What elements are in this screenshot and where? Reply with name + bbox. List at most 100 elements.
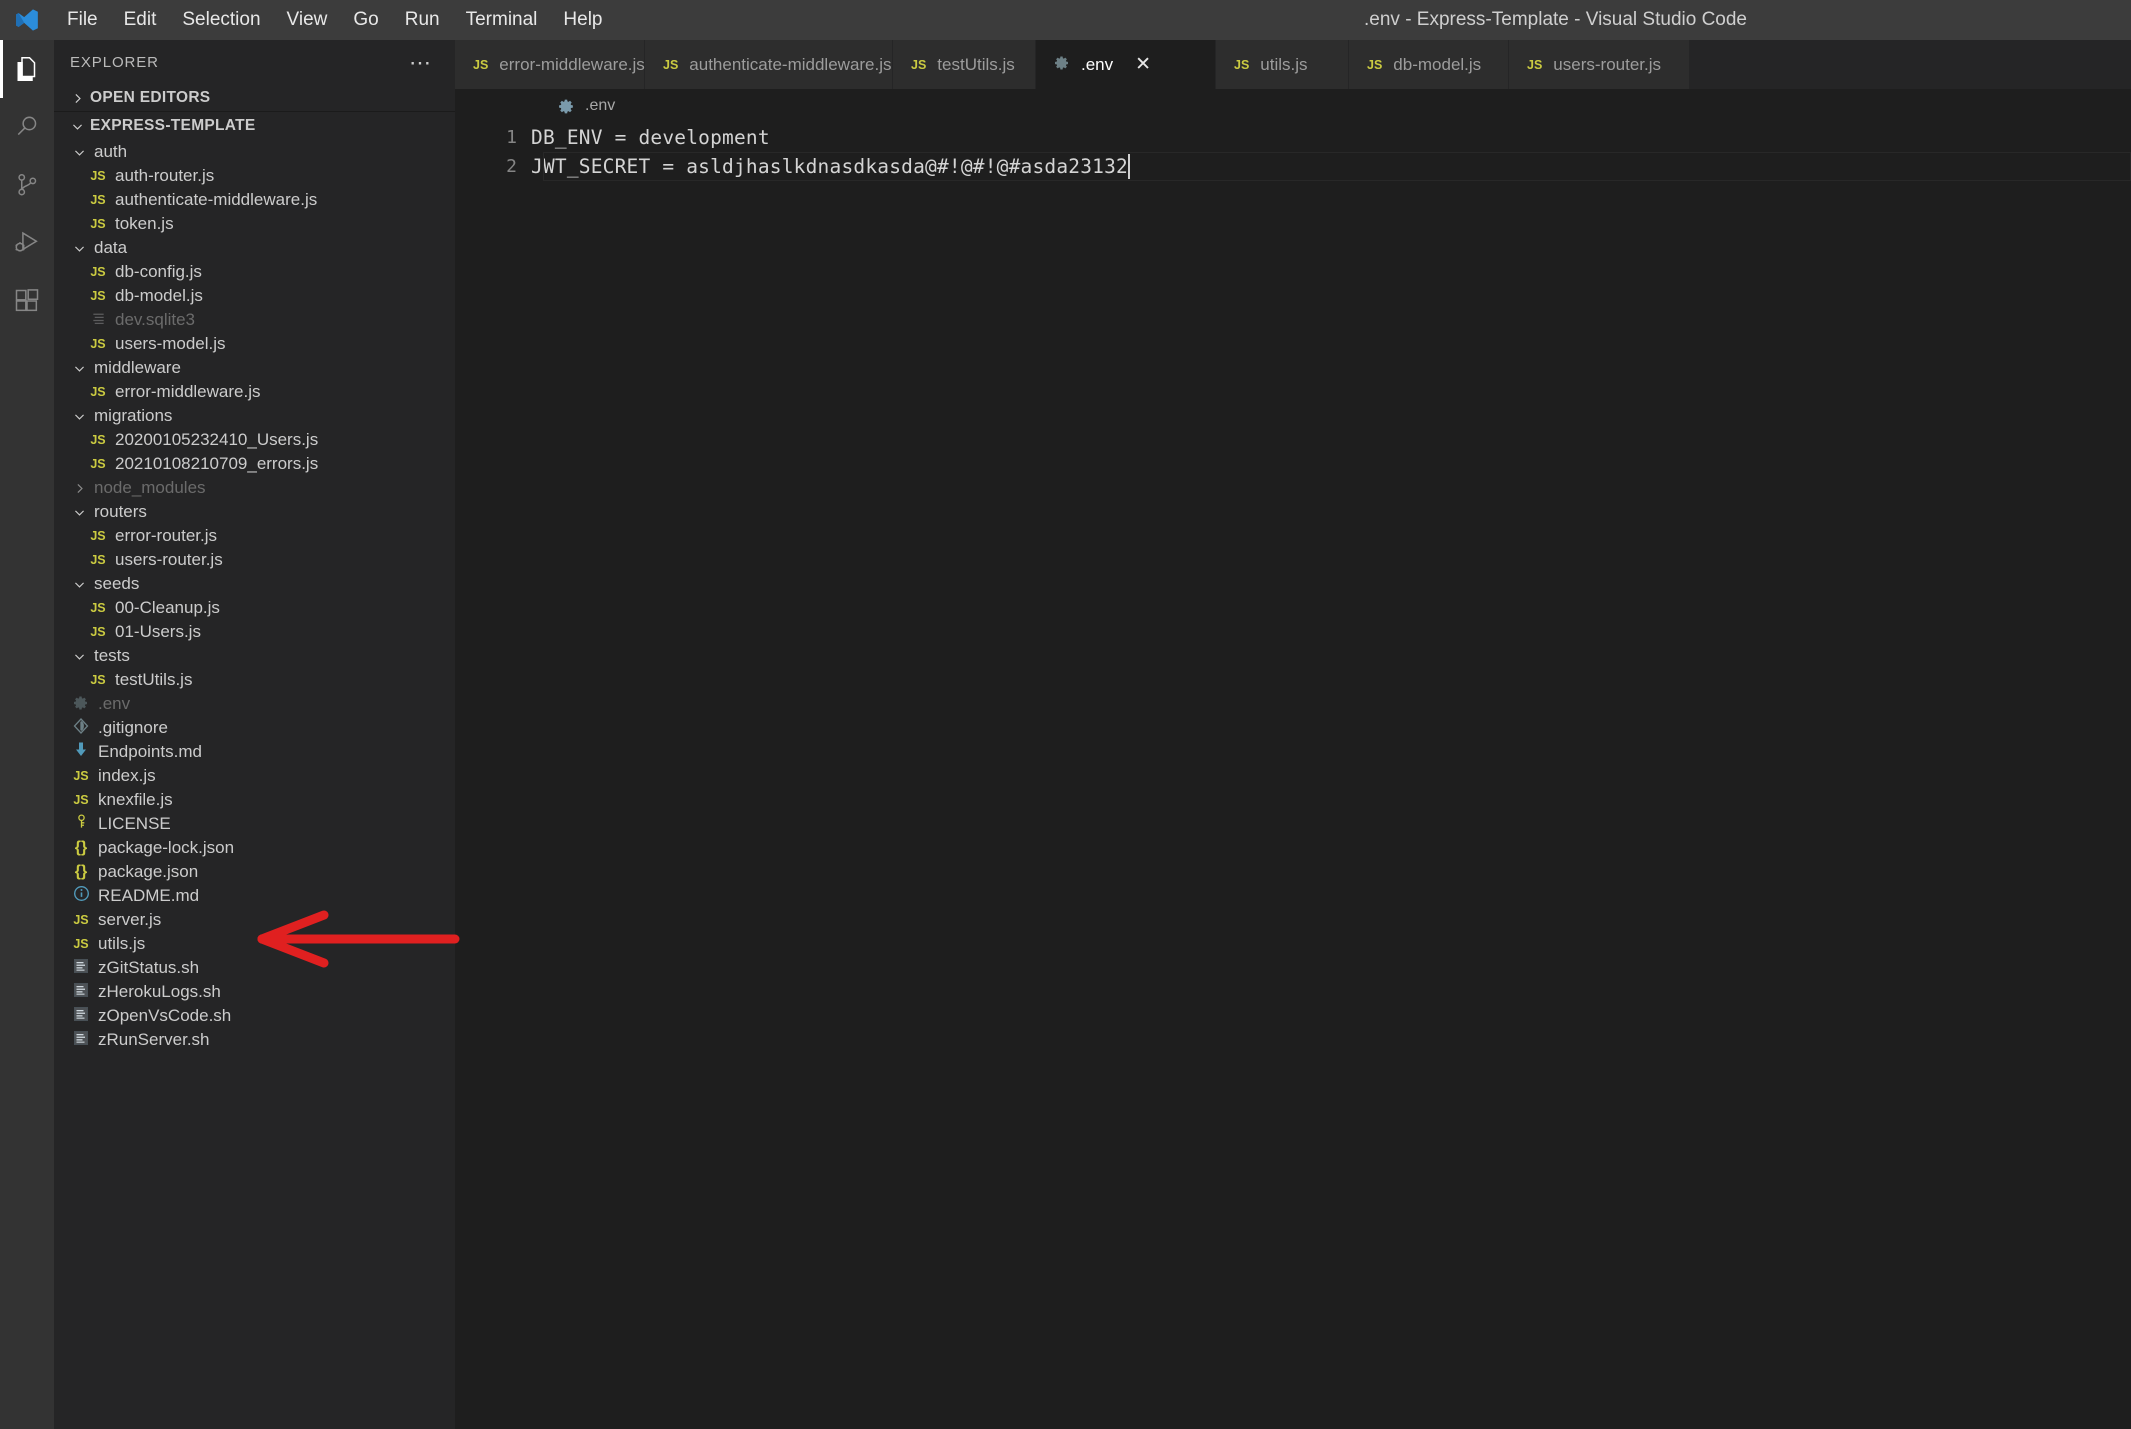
tree-folder-tests[interactable]: tests bbox=[54, 644, 455, 668]
tree-file-db-model.js[interactable]: JS db-model.js bbox=[54, 284, 455, 308]
tree-file-01-Users.js[interactable]: JS 01-Users.js bbox=[54, 620, 455, 644]
js-icon: JS bbox=[1527, 57, 1543, 72]
folder-twisty[interactable] bbox=[68, 482, 90, 495]
tree-file-server.js[interactable]: JS server.js bbox=[54, 908, 455, 932]
folder-twisty[interactable] bbox=[68, 506, 90, 519]
activity-item-explorer[interactable] bbox=[0, 40, 54, 98]
tree-file-.env[interactable]: .env bbox=[54, 692, 455, 716]
tree-label: package.json bbox=[98, 862, 199, 881]
activity-item-extensions[interactable] bbox=[0, 272, 54, 330]
activity-item-search[interactable] bbox=[0, 98, 54, 156]
folder-twisty[interactable] bbox=[68, 410, 90, 423]
tree-file-utils.js[interactable]: JS utils.js bbox=[54, 932, 455, 956]
tree-folder-seeds[interactable]: seeds bbox=[54, 572, 455, 596]
code-editor[interactable]: 1 DB_ENV = development 2 JWT_SECRET = asldj… bbox=[455, 123, 2131, 1429]
code-line-1[interactable]: 1 DB_ENV = development bbox=[455, 123, 2131, 152]
tree-file-README.md[interactable]: README.md bbox=[54, 884, 455, 908]
breadcrumb[interactable]: .env bbox=[455, 89, 2131, 123]
close-icon[interactable]: ✕ bbox=[1135, 55, 1151, 74]
file-icon-wrap: JS bbox=[85, 193, 111, 207]
editor-tab-error-middleware.js[interactable]: JS error-middleware.js bbox=[455, 40, 645, 89]
tree-file-dev.sqlite3[interactable]: dev.sqlite3 bbox=[54, 308, 455, 332]
menu-view[interactable]: View bbox=[274, 0, 341, 40]
file-icon-wrap: JS bbox=[85, 385, 111, 399]
tree-file-testUtils.js[interactable]: JS testUtils.js bbox=[54, 668, 455, 692]
chevron-right-icon bbox=[76, 483, 83, 493]
js-icon: JS bbox=[90, 673, 106, 687]
tree-file-auth-router.js[interactable]: JS auth-router.js bbox=[54, 164, 455, 188]
tree-file-LICENSE[interactable]: LICENSE bbox=[54, 812, 455, 836]
tab-icon: JS bbox=[473, 58, 488, 72]
vscode-logo-icon bbox=[0, 0, 54, 40]
tree-file-package-lock.json[interactable]: {} package-lock.json bbox=[54, 836, 455, 860]
tree-file-index.js[interactable]: JS index.js bbox=[54, 764, 455, 788]
menu-help[interactable]: Help bbox=[550, 0, 615, 40]
tree-file-users-router.js[interactable]: JS users-router.js bbox=[54, 548, 455, 572]
tree-file-db-config.js[interactable]: JS db-config.js bbox=[54, 260, 455, 284]
menu-go[interactable]: Go bbox=[340, 0, 391, 40]
tree-label: package-lock.json bbox=[98, 838, 235, 857]
tree-file-package.json[interactable]: {} package.json bbox=[54, 860, 455, 884]
tree-file-authenticate-middleware.js[interactable]: JS authenticate-middleware.js bbox=[54, 188, 455, 212]
folder-twisty[interactable] bbox=[68, 146, 90, 159]
ellipsis-icon[interactable]: ⋯ bbox=[409, 51, 433, 73]
menu-terminal[interactable]: Terminal bbox=[453, 0, 551, 40]
activity-item-source-control[interactable] bbox=[0, 156, 54, 214]
tree-file-error-router.js[interactable]: JS error-router.js bbox=[54, 524, 455, 548]
vscode-window: File Edit Selection View Go Run Terminal… bbox=[0, 0, 2131, 1429]
chevron-down-icon bbox=[64, 120, 90, 133]
editor-tab-authenticate-middleware.js[interactable]: JS authenticate-middleware.js bbox=[645, 40, 893, 89]
activity-item-run-and-debug[interactable] bbox=[0, 214, 54, 272]
menu-selection[interactable]: Selection bbox=[169, 0, 273, 40]
tree-folder-node_modules[interactable]: node_modules bbox=[54, 476, 455, 500]
tree-folder-auth[interactable]: auth bbox=[54, 140, 455, 164]
tree-file-zHerokuLogs.sh[interactable]: zHerokuLogs.sh bbox=[54, 980, 455, 1004]
tree-folder-data[interactable]: data bbox=[54, 236, 455, 260]
gear-icon bbox=[558, 98, 575, 115]
section-workspace[interactable]: EXPRESS-TEMPLATE bbox=[54, 112, 455, 140]
file-icon-wrap bbox=[68, 695, 94, 714]
tab-label: .env bbox=[1081, 54, 1114, 74]
menu-run[interactable]: Run bbox=[392, 0, 453, 40]
tree-file-.gitignore[interactable]: .gitignore bbox=[54, 716, 455, 740]
js-icon: JS bbox=[73, 913, 89, 927]
tab-label: error-middleware.js bbox=[499, 54, 645, 74]
tree-file-Endpoints.md[interactable]: Endpoints.md bbox=[54, 740, 455, 764]
folder-twisty[interactable] bbox=[68, 578, 90, 591]
tree-folder-middleware[interactable]: middleware bbox=[54, 356, 455, 380]
tree-folder-routers[interactable]: routers bbox=[54, 500, 455, 524]
editor-tab-.env[interactable]: .env ✕ bbox=[1036, 40, 1216, 89]
tree-label: utils.js bbox=[98, 934, 146, 953]
menu-bar: File Edit Selection View Go Run Terminal… bbox=[54, 0, 616, 40]
tree-file-zOpenVsCode.sh[interactable]: zOpenVsCode.sh bbox=[54, 1004, 455, 1028]
tree-file-knexfile.js[interactable]: JS knexfile.js bbox=[54, 788, 455, 812]
tree-file-token.js[interactable]: JS token.js bbox=[54, 212, 455, 236]
folder-twisty[interactable] bbox=[68, 362, 90, 375]
js-icon: JS bbox=[90, 529, 106, 543]
tree-file-error-middleware.js[interactable]: JS error-middleware.js bbox=[54, 380, 455, 404]
tree-file-zGitStatus.sh[interactable]: zGitStatus.sh bbox=[54, 956, 455, 980]
menu-file[interactable]: File bbox=[54, 0, 111, 40]
tree-folder-migrations[interactable]: migrations bbox=[54, 404, 455, 428]
editor-tab-utils.js[interactable]: JS utils.js bbox=[1216, 40, 1349, 89]
file-icon-wrap bbox=[68, 741, 94, 763]
tree-file-zRunServer.sh[interactable]: zRunServer.sh bbox=[54, 1028, 455, 1052]
tab-icon: JS bbox=[1367, 58, 1382, 72]
folder-twisty[interactable] bbox=[68, 650, 90, 663]
editor-tab-testUtils.js[interactable]: JS testUtils.js bbox=[893, 40, 1036, 89]
tree-file-00-Cleanup.js[interactable]: JS 00-Cleanup.js bbox=[54, 596, 455, 620]
file-icon-wrap: JS bbox=[85, 553, 111, 567]
tree-file-users-model.js[interactable]: JS users-model.js bbox=[54, 332, 455, 356]
editor-tab-users-router.js[interactable]: JS users-router.js bbox=[1509, 40, 1690, 89]
menu-edit[interactable]: Edit bbox=[111, 0, 170, 40]
tree-file-20200105232410_Users.js[interactable]: JS 20200105232410_Users.js bbox=[54, 428, 455, 452]
file-icon-wrap bbox=[68, 958, 94, 978]
folder-twisty[interactable] bbox=[68, 242, 90, 255]
js-icon: JS bbox=[73, 937, 89, 951]
file-icon-wrap: JS bbox=[85, 457, 111, 471]
editor-tab-db-model.js[interactable]: JS db-model.js bbox=[1349, 40, 1509, 89]
tree-file-20210108210709_errors.js[interactable]: JS 20210108210709_errors.js bbox=[54, 452, 455, 476]
section-open-editors[interactable]: OPEN EDITORS bbox=[54, 85, 455, 112]
tree-label: zRunServer.sh bbox=[98, 1030, 210, 1049]
code-line-2[interactable]: 2 JWT_SECRET = asldjhaslkdnasdkasda@#!@#!… bbox=[455, 152, 2131, 181]
